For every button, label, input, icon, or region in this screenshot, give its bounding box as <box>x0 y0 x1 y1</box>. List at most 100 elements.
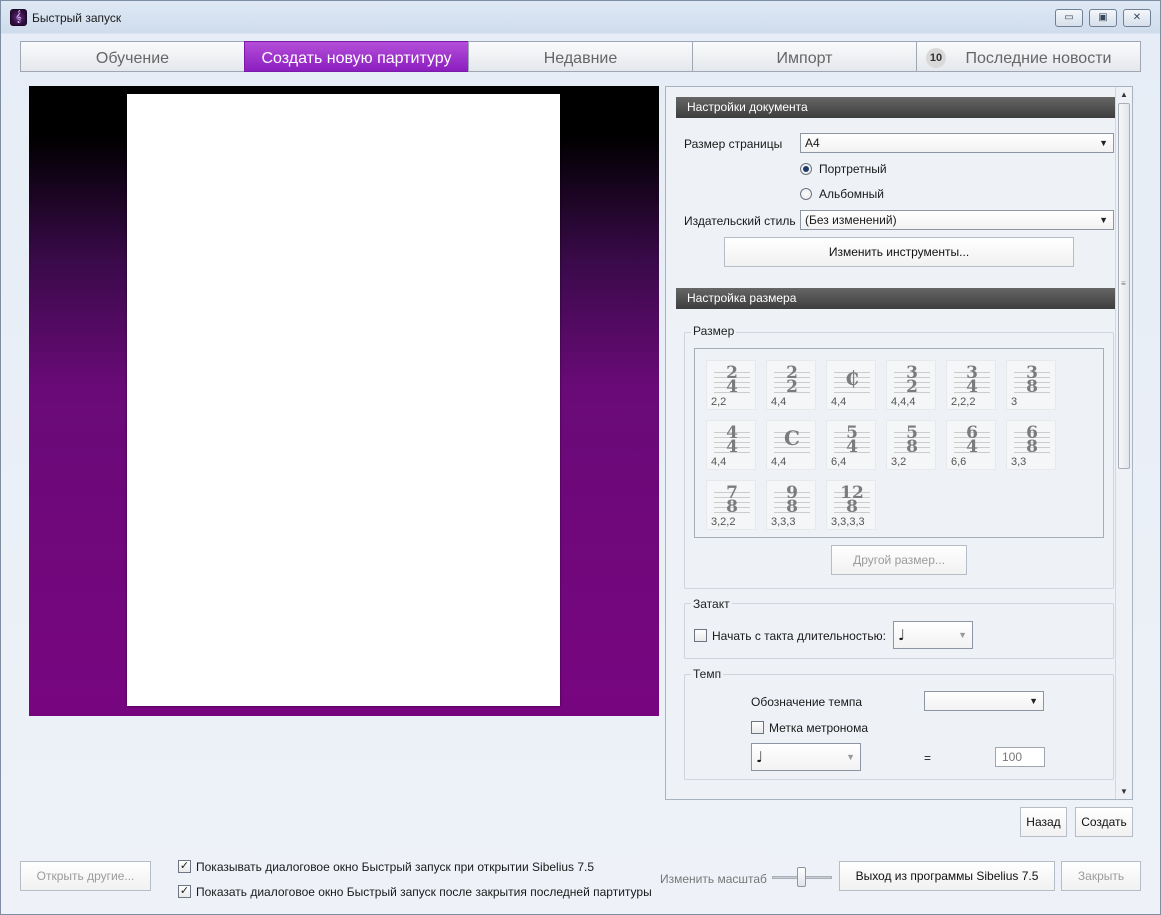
open-other-button[interactable]: Открыть другие... <box>20 861 151 891</box>
tab-label: Недавние <box>543 50 618 67</box>
page-size-label: Размер страницы <box>684 137 783 151</box>
beam-group-label: 2,2 <box>711 396 727 408</box>
time-signature-denominator: 8 <box>1026 437 1038 457</box>
time-signature-group-title: Размер <box>691 324 737 338</box>
close-window-button[interactable]: ✕ <box>1123 9 1151 27</box>
metronome-label: Метка метронома <box>769 721 869 735</box>
tab-recent[interactable]: Недавние <box>468 41 693 72</box>
time-signature-option[interactable]: 2 4 2,2 <box>706 360 756 410</box>
time-signature-option[interactable]: 4 4 4,4 <box>706 420 756 470</box>
tempo-group <box>684 674 1114 780</box>
news-count-badge: 10 <box>926 48 946 68</box>
settings-panel: Настройки документа Размер страницы A4 ▼… <box>665 86 1133 800</box>
beam-group-label: 3,3,3 <box>771 516 796 528</box>
time-signature-denominator: 8 <box>786 497 798 517</box>
sibelius-app-icon: 𝄞 <box>10 9 27 26</box>
tab-import[interactable]: Импорт <box>692 41 917 72</box>
pickup-duration-select[interactable]: ♩ ▼ <box>893 621 973 649</box>
tab-label: Последние новости <box>965 50 1112 67</box>
equals-sign: = <box>924 751 932 765</box>
time-signature-option[interactable]: C 4,4 <box>766 420 816 470</box>
time-signature-denominator: 4 <box>726 377 738 397</box>
time-signature-denominator: 8 <box>906 437 918 457</box>
portrait-radio[interactable] <box>800 163 812 175</box>
house-style-select[interactable]: (Без изменений) ▼ <box>800 210 1114 230</box>
time-signature-option[interactable]: ₵ 4,4 <box>826 360 876 410</box>
other-time-signature-button[interactable]: Другой размер... <box>831 545 967 575</box>
time-signature-denominator: 4 <box>846 437 858 457</box>
landscape-radio[interactable] <box>800 188 812 200</box>
pickup-checkbox[interactable] <box>694 629 707 642</box>
panel-scrollbar[interactable]: ▲ ≡ ▼ <box>1115 87 1132 799</box>
house-style-label: Издательский стиль <box>684 214 796 228</box>
exit-sibelius-button[interactable]: Выход из программы Sibelius 7.5 <box>839 861 1055 891</box>
beam-group-label: 6,6 <box>951 456 967 468</box>
scroll-down-icon[interactable]: ▼ <box>1120 787 1128 796</box>
pickup-group-title: Затакт <box>691 597 732 611</box>
tab-bar: Обучение Создать новую партитуру Недавни… <box>20 41 1141 72</box>
page-size-select[interactable]: A4 ▼ <box>800 133 1114 153</box>
time-signature-option[interactable]: 2 2 4,4 <box>766 360 816 410</box>
time-signature-symbol: ₵ <box>845 366 859 390</box>
change-instruments-button[interactable]: Изменить инструменты... <box>724 237 1074 267</box>
page-size-value: A4 <box>805 136 820 150</box>
tab-label: Обучение <box>95 50 170 67</box>
show-after-close-label: Показать диалоговое окно Быстрый запуск … <box>196 885 652 899</box>
restore-button[interactable]: ▣ <box>1089 9 1117 27</box>
show-after-close-checkbox[interactable]: ✓ <box>178 885 191 898</box>
tempo-group-title: Темп <box>691 667 724 681</box>
quarter-note-icon: ♩ <box>756 748 764 766</box>
chevron-down-icon: ▼ <box>1099 138 1108 148</box>
create-button[interactable]: Создать <box>1075 807 1133 837</box>
beam-group-label: 4,4 <box>711 456 727 468</box>
beam-group-label: 2,2,2 <box>951 396 976 408</box>
time-signature-option[interactable]: 12 8 3,3,3,3 <box>826 480 876 530</box>
beam-group-label: 4,4,4 <box>891 396 916 408</box>
time-signature-option[interactable]: 3 4 2,2,2 <box>946 360 996 410</box>
minimize-button[interactable]: ▭ <box>1055 9 1083 27</box>
time-signature-option[interactable]: 383 <box>1006 360 1056 410</box>
size-settings-header: Настройка размера <box>676 288 1116 309</box>
time-signature-option[interactable]: 5 8 3,2 <box>886 420 936 470</box>
tab-latest-news[interactable]: 10 Последние новости <box>916 41 1141 72</box>
zoom-slider-thumb[interactable] <box>797 867 806 887</box>
chevron-down-icon: ▼ <box>1029 696 1038 706</box>
time-signature-option[interactable]: 6 8 3,3 <box>1006 420 1056 470</box>
score-preview <box>29 86 659 716</box>
time-signature-option[interactable]: 6 4 6,6 <box>946 420 996 470</box>
beam-group-label: 3,2,2 <box>711 516 736 528</box>
beam-group-label: 4,4 <box>771 456 787 468</box>
metronome-checkbox[interactable] <box>751 721 764 734</box>
beam-group-label: 3 <box>1011 396 1018 408</box>
time-signature-option[interactable]: 3 2 4,4,4 <box>886 360 936 410</box>
time-signature-denominator: 2 <box>786 377 798 397</box>
scroll-up-icon[interactable]: ▲ <box>1120 90 1128 99</box>
beam-group-label: 6,4 <box>831 456 847 468</box>
time-signature-denominator: 8 <box>846 497 858 517</box>
time-signature-symbol: C <box>784 426 800 450</box>
close-button[interactable]: Закрыть <box>1061 861 1141 891</box>
tab-new-score[interactable]: Создать новую партитуру <box>244 41 469 72</box>
time-signature-denominator: 4 <box>966 437 978 457</box>
show-on-open-checkbox[interactable]: ✓ <box>178 860 191 873</box>
time-signature-option[interactable]: 5 4 6,4 <box>826 420 876 470</box>
beam-group-label: 4,4 <box>831 396 847 408</box>
chevron-down-icon: ▼ <box>958 630 967 640</box>
tab-tutorial[interactable]: Обучение <box>20 41 245 72</box>
tempo-marking-select[interactable]: ▼ <box>924 691 1044 711</box>
tab-label: Создать новую партитуру <box>261 50 452 67</box>
time-signature-grid: 2 4 2,2 2 2 4,4 ₵ 4,4 3 2 4,4,4 3 4 2,2,2 3 8 3 4 4 4,4 C 4,4… <box>694 348 1104 538</box>
time-signature-denominator: 4 <box>726 437 738 457</box>
time-signature-denominator: 2 <box>906 377 918 397</box>
grip-icon: ≡ <box>1121 279 1126 288</box>
metronome-note-select[interactable]: ♩ ▼ <box>751 743 861 771</box>
bpm-input[interactable]: 100 <box>995 747 1045 767</box>
quarter-note-icon: ♩ <box>898 626 906 644</box>
back-button[interactable]: Назад <box>1020 807 1067 837</box>
time-signature-denominator: 8 <box>1026 377 1038 397</box>
time-signature-option[interactable]: 9 8 3,3,3 <box>766 480 816 530</box>
landscape-label: Альбомный <box>819 187 885 201</box>
house-style-value: (Без изменений) <box>805 213 897 227</box>
time-signature-denominator: 8 <box>726 497 738 517</box>
time-signature-option[interactable]: 7 8 3,2,2 <box>706 480 756 530</box>
